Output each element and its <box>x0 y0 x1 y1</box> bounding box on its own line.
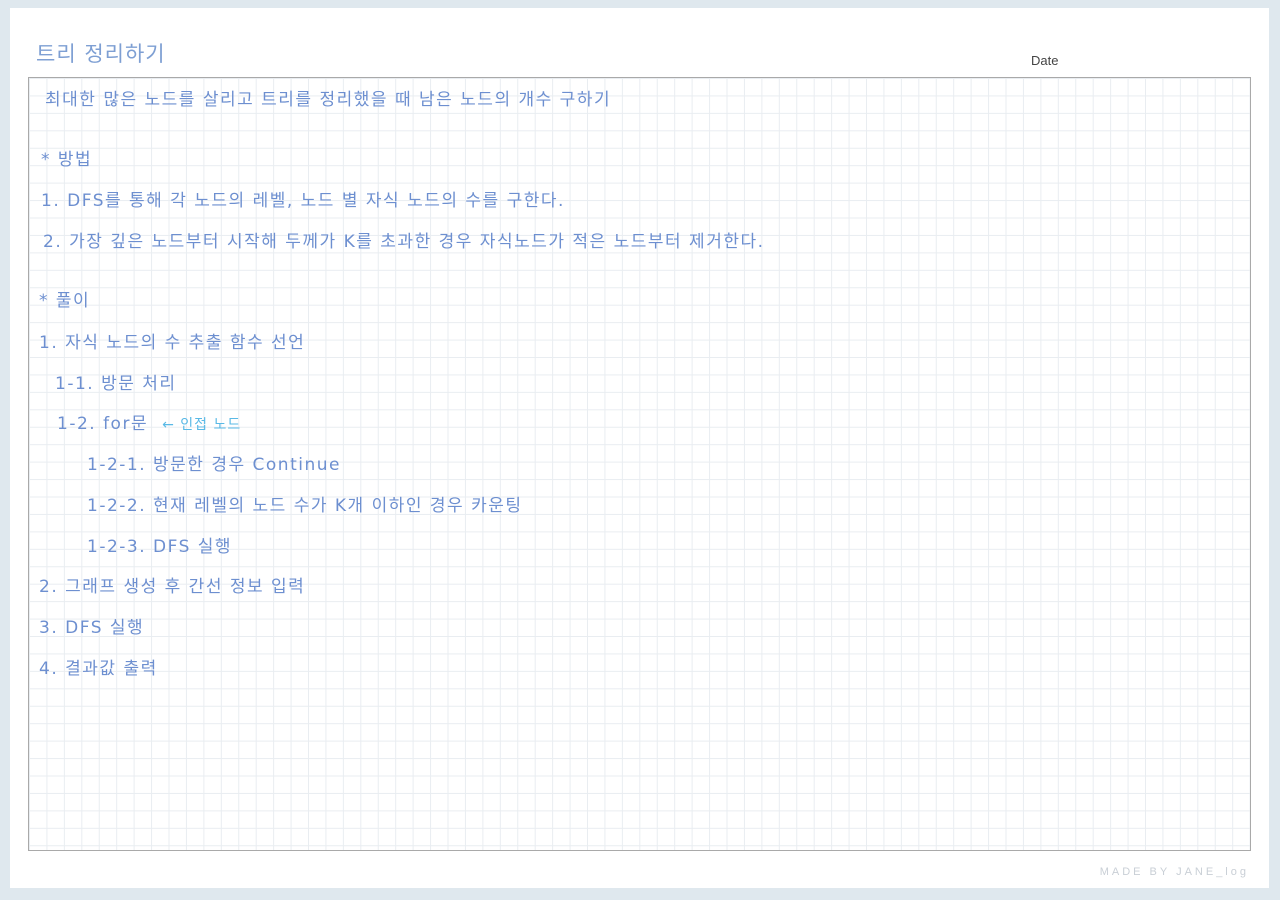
method-step-1: 1. DFS를 통해 각 노드의 레벨, 노드 별 자식 노드의 수를 구한다. <box>41 191 565 211</box>
solution-step-1-1: 1-1. 방문 처리 <box>55 374 177 394</box>
solution-step-2: 2. 그래프 생성 후 간선 정보 입력 <box>39 577 306 597</box>
footer-credit: MADE BY JANE_log <box>1099 866 1249 878</box>
page-title: 트리 정리하기 <box>36 42 166 66</box>
date-label: Date <box>1031 53 1059 68</box>
solution-step-1-2-2: 1-2-2. 현재 레벨의 노드 수가 K개 이하인 경우 카운팅 <box>87 496 523 516</box>
solution-heading: * 풀이 <box>39 291 91 311</box>
solution-step-1-2-1: 1-2-1. 방문한 경우 Continue <box>87 455 341 475</box>
adjacent-node-annotation: ← 인접 노드 <box>162 417 242 433</box>
method-step-2: 2. 가장 깊은 노드부터 시작해 두께가 K를 초과한 경우 자식노드가 적은… <box>43 232 765 252</box>
problem-statement: 최대한 많은 노드를 살리고 트리를 정리했을 때 남은 노드의 개수 구하기 <box>45 90 612 110</box>
solution-step-1-2-text: 1-2. for문 <box>57 414 149 434</box>
solution-step-1: 1. 자식 노드의 수 추출 함수 선언 <box>39 333 306 353</box>
grid-note-area: 최대한 많은 노드를 살리고 트리를 정리했을 때 남은 노드의 개수 구하기 … <box>28 77 1251 851</box>
solution-step-3: 3. DFS 실행 <box>39 618 145 638</box>
solution-step-4: 4. 결과값 출력 <box>39 659 158 679</box>
notebook-page: 트리 정리하기 Date 최대한 많은 노드를 살리고 트리를 정리했을 때 남… <box>10 8 1269 888</box>
solution-step-1-2: 1-2. for문 ← 인접 노드 <box>57 412 241 437</box>
method-heading: * 방법 <box>41 150 93 170</box>
solution-step-1-2-3: 1-2-3. DFS 실행 <box>87 537 233 557</box>
